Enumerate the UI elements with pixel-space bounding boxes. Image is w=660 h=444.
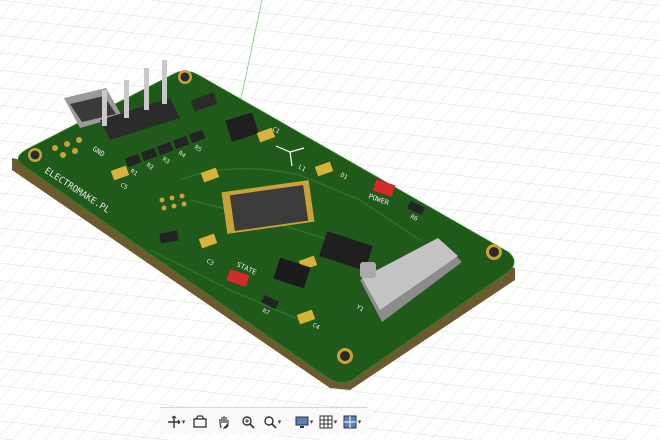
fit-icon — [264, 415, 277, 429]
orbit-icon — [167, 415, 181, 428]
display-settings-menu-caret[interactable]: ▾ — [310, 418, 314, 426]
orbit-menu-caret[interactable]: ▾ — [182, 418, 186, 426]
fit-button[interactable]: ▾ — [262, 411, 282, 433]
display-settings-icon — [295, 416, 309, 428]
orbit-button[interactable]: ▾ — [166, 411, 186, 433]
3d-viewport[interactable]: ELECTROMAKE.PL GND POWER STATE R1 R2 R3 … — [0, 0, 660, 440]
viewports-button[interactable]: ▾ — [342, 411, 362, 433]
pan-button[interactable] — [214, 411, 234, 433]
viewports-menu-caret[interactable]: ▾ — [358, 418, 362, 426]
mounting-hole — [486, 244, 502, 260]
grid-menu-caret[interactable]: ▾ — [334, 418, 338, 426]
zoom-icon — [242, 415, 255, 429]
look-at-icon — [193, 414, 207, 428]
grid-icon — [319, 415, 333, 428]
mounting-hole — [337, 348, 353, 364]
mounting-hole — [28, 148, 42, 162]
display-settings-button[interactable]: ▾ — [294, 411, 314, 433]
fit-menu-caret[interactable]: ▾ — [278, 418, 282, 426]
pan-icon — [219, 415, 229, 429]
navigation-toolbar: ▾ ▾ ▾ ▾ ▾ — [160, 407, 368, 435]
mounting-hole — [178, 70, 192, 84]
look-at-button[interactable] — [190, 411, 210, 433]
viewports-icon — [343, 415, 357, 428]
grid-settings-button[interactable]: ▾ — [318, 411, 338, 433]
zoom-button[interactable] — [238, 411, 258, 433]
